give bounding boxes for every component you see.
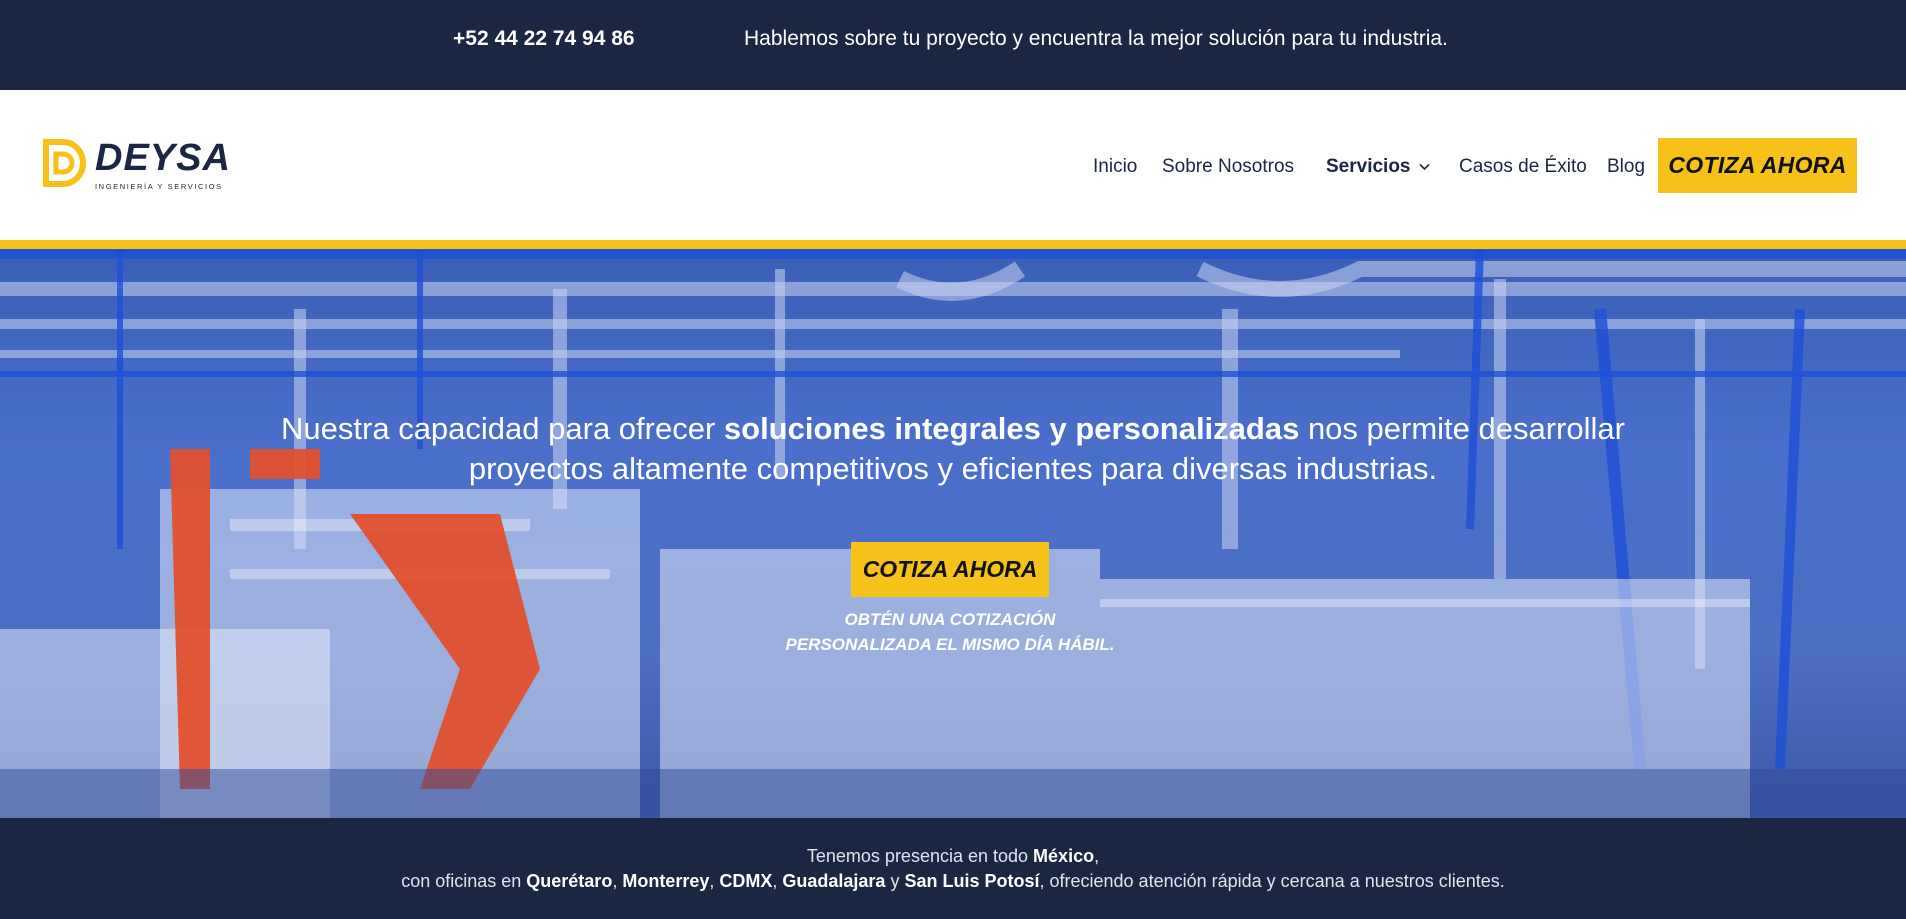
nav-item-sobre-nosotros[interactable]: Sobre Nosotros bbox=[1162, 156, 1294, 178]
hero-headline: Nuestra capacidad para ofrecer solucione… bbox=[253, 409, 1653, 489]
cotiza-ahora-hero-button[interactable]: COTIZA AHORA bbox=[851, 542, 1049, 597]
presence-punct: , bbox=[1094, 846, 1100, 866]
country-name: México bbox=[1033, 846, 1095, 866]
presence-text: Tenemos presencia en todo bbox=[806, 846, 1034, 866]
presence-line-2: con oficinas en Querétaro, Monterrey, CD… bbox=[0, 869, 1906, 894]
presence-line-1: Tenemos presencia en todo México, bbox=[0, 844, 1906, 869]
chevron-down-icon bbox=[1418, 163, 1430, 171]
presence-strip: Tenemos presencia en todo México, con of… bbox=[0, 818, 1906, 919]
hero-headline-emphasis: soluciones integrales y personalizadas bbox=[723, 411, 1300, 446]
main-navbar: DEYSA INGENIERÍA Y SERVICIOS Inicio Sobr… bbox=[0, 90, 1906, 240]
city-guadalajara: Guadalajara bbox=[782, 871, 886, 891]
logo-subtitle: INGENIERÍA Y SERVICIOS bbox=[95, 182, 223, 191]
separator: , bbox=[772, 871, 783, 891]
logo-wordmark: DEYSA bbox=[95, 137, 231, 179]
hero-note-line2: PERSONALIZADA EL MISMO DÍA HÁBIL. bbox=[785, 635, 1115, 654]
city-cdmx: CDMX bbox=[719, 871, 773, 891]
city-monterrey: Monterrey bbox=[622, 871, 710, 891]
top-bar: +52 44 22 74 94 86 Hablemos sobre tu pro… bbox=[0, 0, 1906, 90]
nav-item-inicio[interactable]: Inicio bbox=[1093, 156, 1137, 178]
hero-section: Nuestra capacidad para ofrecer solucione… bbox=[0, 249, 1906, 818]
industrial-machinery-background bbox=[0, 249, 1906, 818]
topbar-tagline: Hablemos sobre tu proyecto y encuentra l… bbox=[744, 27, 1448, 50]
hero-headline-text: Nuestra capacidad para ofrecer bbox=[281, 411, 724, 446]
offices-text-end: , ofreciendo atención rápida y cercana a… bbox=[1039, 871, 1505, 891]
city-queretaro: Querétaro bbox=[526, 871, 613, 891]
site-logo[interactable]: DEYSA INGENIERÍA Y SERVICIOS bbox=[43, 138, 233, 194]
separator: y bbox=[885, 871, 905, 891]
separator: , bbox=[709, 871, 720, 891]
accent-divider bbox=[0, 240, 1906, 249]
nav-item-casos-de-exito[interactable]: Casos de Éxito bbox=[1459, 156, 1587, 178]
phone-number-link[interactable]: +52 44 22 74 94 86 bbox=[453, 27, 635, 51]
cotiza-ahora-nav-button[interactable]: COTIZA AHORA bbox=[1658, 138, 1857, 193]
offices-text: con oficinas en bbox=[401, 871, 527, 891]
deysa-logo-mark-icon bbox=[43, 139, 86, 187]
nav-item-servicios-label: Servicios bbox=[1326, 156, 1411, 177]
separator: , bbox=[612, 871, 623, 891]
nav-item-servicios[interactable]: Servicios bbox=[1326, 156, 1430, 178]
city-san-luis-potosi: San Luis Potosí bbox=[904, 871, 1040, 891]
nav-item-blog[interactable]: Blog bbox=[1607, 156, 1645, 178]
hero-quote-note: OBTÉN UNA COTIZACIÓN PERSONALIZADA EL MI… bbox=[700, 607, 1200, 657]
hero-note-line1: OBTÉN UNA COTIZACIÓN bbox=[844, 610, 1056, 629]
